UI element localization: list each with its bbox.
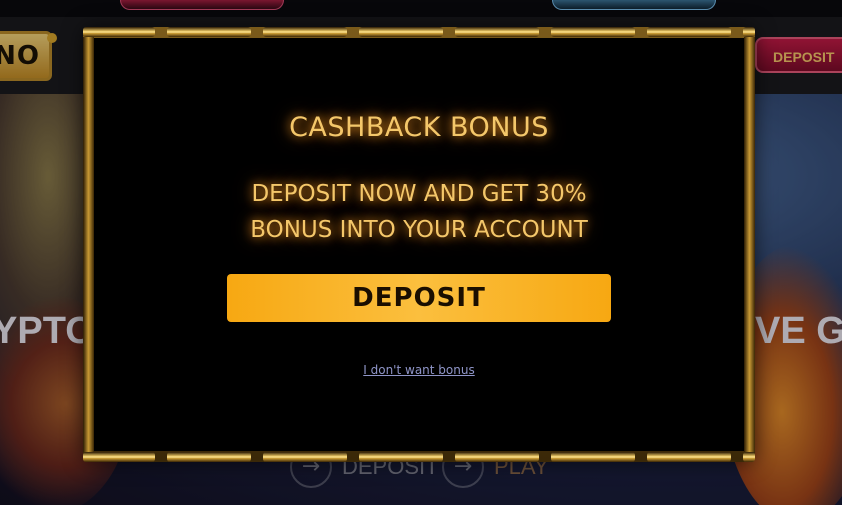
frame-segment — [83, 27, 155, 37]
top-tab-blue[interactable] — [552, 0, 716, 10]
modal-description-line-1: DEPOSIT NOW AND GET 30% — [251, 181, 587, 207]
frame-segment — [455, 452, 539, 462]
frame-side-left — [83, 37, 94, 452]
frame-segment — [359, 27, 443, 37]
frame-segment — [167, 452, 251, 462]
frame-segment — [743, 27, 755, 37]
frame-segment — [743, 452, 755, 462]
modal-title: CASHBACK BONUS — [289, 112, 549, 143]
frame-segment — [455, 27, 539, 37]
frame-segment — [263, 27, 347, 37]
frame-segment — [551, 452, 635, 462]
top-strip — [0, 0, 842, 17]
modal-decline: I don't want bonus — [94, 359, 744, 378]
frame-segment — [263, 452, 347, 462]
cashback-modal: CASHBACK BONUS DEPOSIT NOW AND GET 30% B… — [94, 38, 744, 451]
frame-segment — [551, 27, 635, 37]
frame-segment — [83, 452, 155, 462]
decline-bonus-link[interactable]: I don't want bonus — [363, 363, 474, 377]
frame-segment — [167, 27, 251, 37]
modal-deposit-button[interactable]: DEPOSIT — [227, 274, 611, 322]
top-tab-red[interactable] — [120, 0, 284, 10]
frame-segment — [647, 452, 731, 462]
modal-description-line-2: BONUS INTO YOUR ACCOUNT — [250, 217, 588, 243]
modal-description: DEPOSIT NOW AND GET 30% BONUS INTO YOUR … — [94, 176, 744, 248]
frame-side-right — [744, 37, 755, 452]
frame-segment — [359, 452, 443, 462]
frame-segment — [647, 27, 731, 37]
